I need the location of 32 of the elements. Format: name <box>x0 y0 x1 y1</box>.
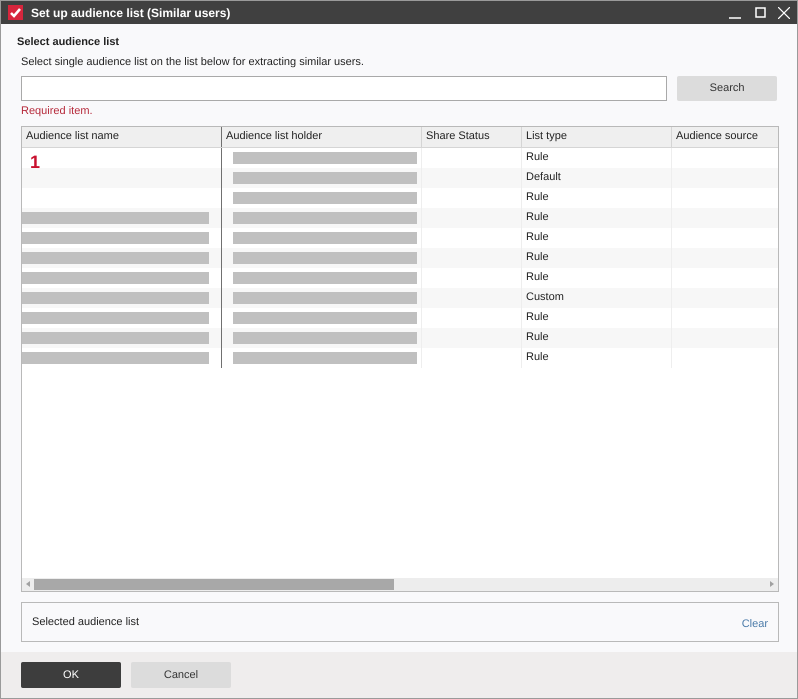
annotation-marker: 1 <box>30 152 40 170</box>
close-icon[interactable] <box>778 6 790 18</box>
column-header[interactable]: Audience list holder <box>222 126 422 146</box>
table-row[interactable]: Rule <box>22 248 778 268</box>
section-heading: Select audience list <box>17 35 120 50</box>
checkmark-icon <box>8 5 23 20</box>
table-row[interactable]: Rule <box>22 268 778 288</box>
search-button[interactable]: Search <box>677 76 777 101</box>
table-row[interactable]: 1 Rule <box>22 148 778 168</box>
table-row[interactable]: Rule <box>22 348 778 368</box>
table-row[interactable]: Rule <box>22 308 778 328</box>
table-row[interactable]: Rule <box>22 208 778 228</box>
horizontal-scrollbar[interactable] <box>22 578 778 590</box>
table-cell: Rule <box>522 348 672 368</box>
maximize-icon[interactable] <box>755 7 766 18</box>
instruction-text: Select single audience list on the list below for extracting similar users. <box>21 54 365 70</box>
column-header[interactable]: Audience list name <box>22 126 222 146</box>
table-row[interactable]: Default <box>22 168 778 188</box>
table-row[interactable]: Custom <box>22 288 778 308</box>
column-header[interactable]: Share Status <box>422 126 522 146</box>
search-field[interactable] <box>21 76 668 101</box>
table-row[interactable]: Rule <box>22 328 778 348</box>
table-row[interactable]: Rule <box>22 228 778 248</box>
ok-button[interactable]: OK <box>21 662 121 688</box>
column-header[interactable]: Audience source <box>672 126 778 146</box>
clear-link[interactable]: Clear <box>742 616 768 632</box>
column-header[interactable]: List type <box>522 126 672 146</box>
cancel-button[interactable]: Cancel <box>131 662 231 688</box>
scrollbar-thumb[interactable] <box>34 578 394 590</box>
window-title: Set up audience list (Similar users) <box>31 4 230 22</box>
error-message: Required item. <box>21 104 94 119</box>
panel-label: Selected audience list <box>32 614 140 630</box>
